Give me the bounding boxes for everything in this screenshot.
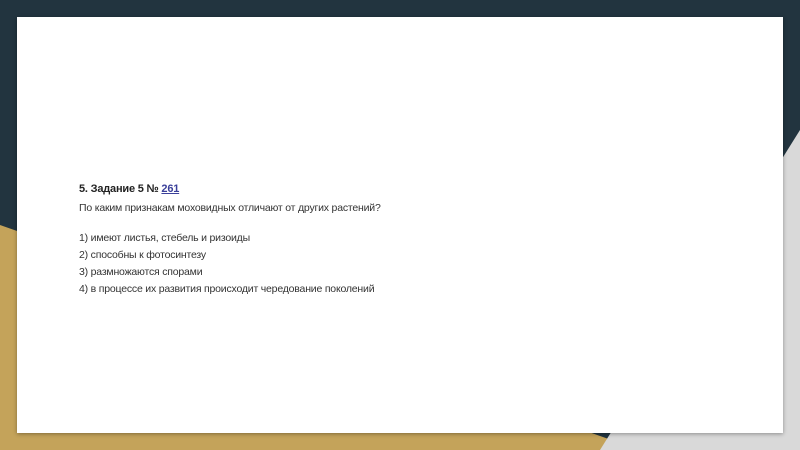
question-text: По каким признакам моховидных отличают о… <box>79 202 381 214</box>
task-title-text: 5. Задание 5 № <box>79 183 159 195</box>
task-title: 5. Задание 5 № 261 <box>79 183 381 195</box>
option-3: 3) размножаются спорами <box>79 266 203 278</box>
option-1: 1) имеют листья, стебель и ризоиды <box>79 232 250 244</box>
option-4: 4) в процессе их развития происходит чер… <box>79 283 375 295</box>
option-2: 2) способны к фотосинтезу <box>79 249 206 261</box>
slide: 5. Задание 5 № 261 По каким признакам мо… <box>17 17 783 433</box>
task-block: 5. Задание 5 № 261 По каким признакам мо… <box>79 183 381 298</box>
task-number-link[interactable]: 261 <box>161 183 179 195</box>
